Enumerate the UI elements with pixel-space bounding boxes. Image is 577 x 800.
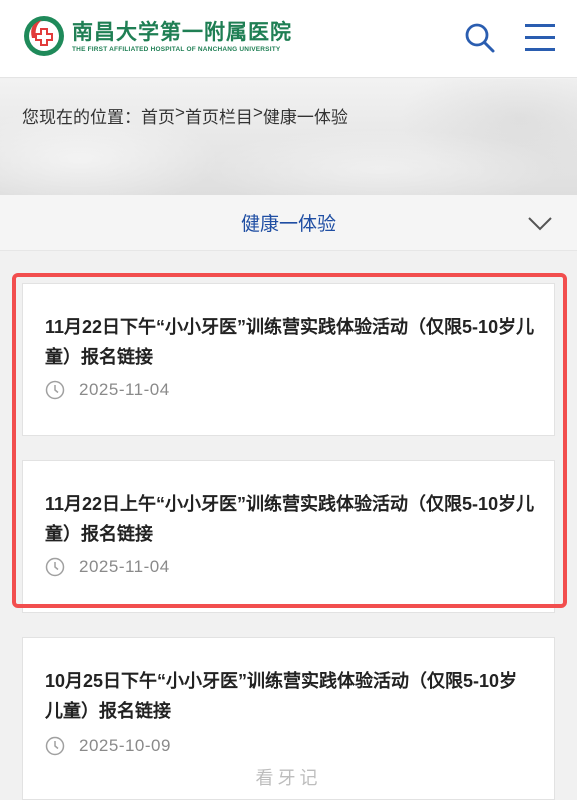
search-button[interactable]	[462, 20, 498, 56]
article-date-row: 2025-11-04	[45, 557, 170, 577]
article-date: 2025-11-04	[79, 557, 170, 576]
breadcrumb-column-link[interactable]: 首页栏目	[185, 103, 253, 128]
clock-icon	[45, 736, 65, 756]
section-bar[interactable]: 健康一体验	[0, 195, 577, 251]
breadcrumb-prefix: 您现在的位置：	[22, 108, 141, 127]
menu-button[interactable]	[522, 20, 558, 56]
logo-text: 南昌大学第一附属医院 THE FIRST AFFILIATED HOSPITAL…	[72, 19, 292, 54]
hospital-logo[interactable]: 南昌大学第一附属医院 THE FIRST AFFILIATED HOSPITAL…	[22, 14, 292, 58]
page-banner: 您现在的位置： 首页 > 首页栏目 > 健康一体验	[0, 79, 577, 195]
clock-icon	[45, 557, 65, 577]
breadcrumb-separator: >	[175, 103, 185, 122]
article-date: 2025-10-09	[79, 736, 171, 755]
article-date: 2025-11-04	[79, 380, 170, 399]
hospital-emblem-icon	[24, 16, 64, 56]
watermark: 看牙记	[255, 768, 322, 788]
breadcrumb-home-link[interactable]: 首页	[141, 103, 175, 128]
menu-icon	[525, 24, 555, 51]
site-header: 南昌大学第一附属医院 THE FIRST AFFILIATED HOSPITAL…	[0, 0, 577, 78]
article-card[interactable]: 11月22日上午“小小牙医”训练营实践体验活动（仅限5-10岁儿童）报名链接 2…	[22, 460, 555, 613]
breadcrumb-separator: >	[252, 103, 263, 122]
article-date-row: 2025-11-04	[45, 380, 170, 400]
chevron-down-icon[interactable]	[526, 209, 554, 237]
breadcrumb-current[interactable]: 健康一体验	[263, 103, 348, 128]
breadcrumb: 您现在的位置： 首页 > 首页栏目 > 健康一体验	[22, 103, 348, 128]
logo-english-name: THE FIRST AFFILIATED HOSPITAL OF NANCHAN…	[72, 45, 281, 53]
search-icon	[465, 23, 495, 53]
article-date-row: 2025-10-09	[45, 736, 171, 756]
article-card[interactable]: 11月22日下午“小小牙医”训练营实践体验活动（仅限5-10岁儿童）报名链接 2…	[22, 283, 555, 436]
clock-icon	[45, 380, 65, 400]
article-title[interactable]: 10月25日下午“小小牙医”训练营实践体验活动（仅限5-10岁儿童）报名链接	[45, 666, 535, 726]
article-title[interactable]: 11月22日下午“小小牙医”训练营实践体验活动（仅限5-10岁儿童）报名链接	[45, 312, 535, 372]
article-title[interactable]: 11月22日上午“小小牙医”训练营实践体验活动（仅限5-10岁儿童）报名链接	[45, 489, 535, 549]
logo-chinese-name: 南昌大学第一附属医院	[72, 18, 292, 44]
section-title: 健康一体验	[240, 214, 336, 235]
